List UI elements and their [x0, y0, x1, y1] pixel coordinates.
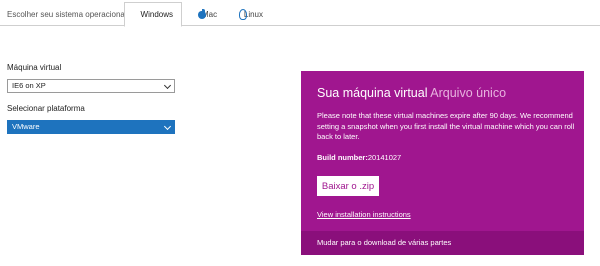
card-title-subtitle: Arquivo único	[430, 86, 507, 100]
card-footer: Mudar para o download de várias partes	[301, 231, 584, 255]
card-title-main: Sua máquina virtual	[317, 86, 428, 100]
tab-label: Windows	[140, 10, 173, 19]
tab-mac[interactable]: Mac	[188, 2, 226, 26]
tab-linux[interactable]: Linux	[228, 2, 272, 26]
card-title: Sua máquina virtual Arquivo único	[317, 86, 506, 100]
windows-icon	[133, 10, 136, 20]
platform-select[interactable]: VMware	[7, 120, 175, 134]
chevron-down-icon	[163, 81, 172, 90]
multi-part-download-link[interactable]: Mudar para o download de várias partes	[317, 238, 451, 247]
installation-instructions-link[interactable]: View installation instructions	[317, 210, 411, 219]
virtual-machine-label: Máquina virtual	[7, 63, 62, 72]
download-card: Sua máquina virtual Arquivo único Please…	[301, 71, 584, 255]
linux-icon	[237, 9, 247, 20]
os-selector: Escolher seu sistema operacional: Window…	[0, 0, 600, 27]
platform-label: Selecionar plataforma	[7, 104, 85, 113]
chevron-down-icon	[163, 122, 172, 131]
virtual-machine-value: IE6 on XP	[12, 81, 46, 90]
virtual-machine-select[interactable]: IE6 on XP	[7, 79, 175, 93]
expiry-notice: Please note that these virtual machines …	[317, 111, 575, 141]
tab-windows[interactable]: Windows	[124, 2, 182, 27]
download-zip-button[interactable]: Baixar o .zip	[317, 176, 379, 196]
build-number: Build number:20141027	[317, 153, 401, 162]
platform-value: VMware	[12, 122, 40, 131]
os-selector-label: Escolher seu sistema operacional:	[7, 10, 129, 19]
build-number-label: Build number:	[317, 153, 368, 162]
build-number-value: 20141027	[367, 153, 402, 162]
tab-strip-divider	[0, 25, 600, 26]
